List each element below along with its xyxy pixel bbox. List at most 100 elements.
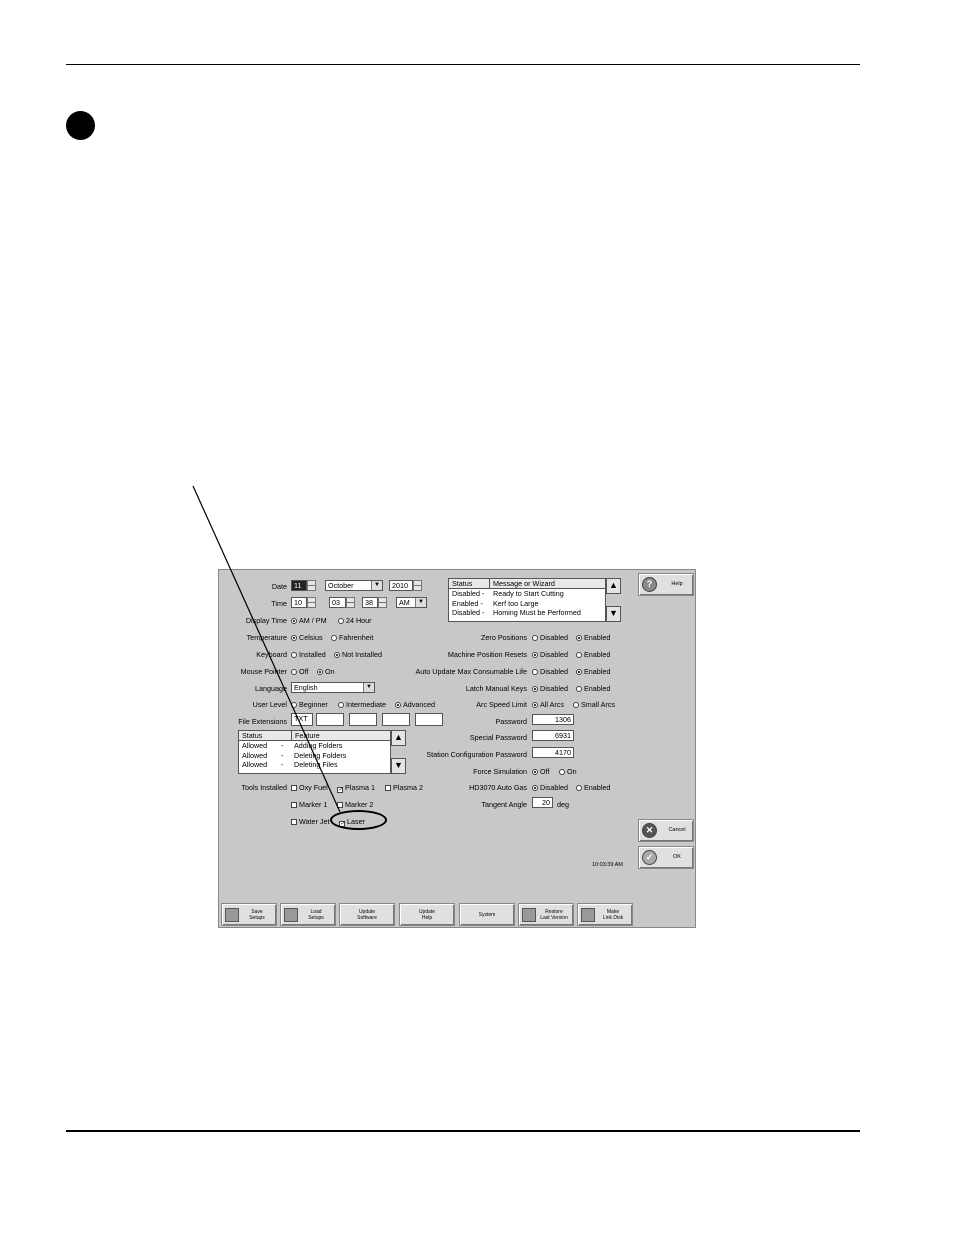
close-icon: ✕ — [642, 823, 657, 838]
disk-icon — [581, 908, 595, 922]
list-item[interactable]: Allowed - Deleting Files — [239, 760, 390, 770]
hd3070-disabled-radio[interactable]: Disabled — [532, 783, 568, 792]
language-label: Language — [255, 684, 287, 693]
tools-installed-label: Tools Installed — [241, 783, 287, 792]
message-list-message-header: Message or Wizard — [489, 579, 555, 588]
time-second-spinner[interactable] — [378, 597, 387, 608]
date-month-dropdown[interactable]: October ▼ — [325, 580, 383, 591]
message-list-scroll-up-icon[interactable]: ▲ — [606, 578, 621, 594]
special-password-field[interactable]: 6931 — [532, 730, 574, 741]
restore-icon — [522, 908, 536, 922]
display-time-24h-radio[interactable]: 24 Hour — [338, 616, 372, 625]
date-year-field[interactable]: 2010 — [389, 580, 413, 591]
tool-water-jet-checkbox[interactable]: Water Jet — [291, 817, 330, 826]
update-help-button[interactable]: Update Help — [399, 903, 455, 926]
load-setups-button[interactable]: Load Setups — [280, 903, 336, 926]
temperature-label: Temperature — [246, 633, 287, 642]
date-day-spinner[interactable] — [307, 580, 316, 591]
mouse-pointer-off-radio[interactable]: Off — [291, 667, 308, 676]
ok-button[interactable]: ✓ OK — [638, 846, 694, 869]
force-simulation-on-radio[interactable]: On — [559, 767, 577, 776]
display-time-ampm-radio[interactable]: AM / PM — [291, 616, 327, 625]
latch-manual-keys-disabled-radio[interactable]: Disabled — [532, 684, 568, 693]
tangent-angle-field[interactable]: 20 — [532, 797, 553, 808]
tangent-angle-label: Tangent Angle — [481, 800, 527, 809]
floppy-save-icon — [225, 908, 239, 922]
list-item[interactable]: Disabled - Ready to Start Cutting — [449, 589, 605, 599]
latch-manual-keys-enabled-radio[interactable]: Enabled — [576, 684, 610, 693]
hd3070-auto-gas-label: HD3070 Auto Gas — [469, 783, 527, 792]
feature-list-status-header: Status — [242, 731, 263, 740]
date-label: Date — [271, 582, 287, 591]
cancel-button[interactable]: ✕ Cancel — [638, 819, 694, 842]
machine-position-resets-label: Machine Position Resets — [447, 650, 527, 659]
floppy-load-icon — [284, 908, 298, 922]
time-minute-field[interactable]: 03 — [329, 597, 346, 608]
auto-update-disabled-radio[interactable]: Disabled — [532, 667, 568, 676]
setup-screen-screenshot: Date 11 October ▼ 2010 Time 10 03 38 AM ▼ … — [218, 569, 696, 928]
temperature-fahrenheit-radio[interactable]: Fahrenheit — [331, 633, 373, 642]
system-button[interactable]: System — [459, 903, 515, 926]
list-item[interactable]: Enabled - Kerf too Large — [449, 599, 605, 609]
time-hour-field[interactable]: 10 — [291, 597, 307, 608]
make-link-disk-button[interactable]: Make Link Disk — [577, 903, 633, 926]
time-hour-spinner[interactable] — [307, 597, 316, 608]
mouse-pointer-label: Mouse Pointer — [240, 667, 287, 676]
machine-position-resets-disabled-radio[interactable]: Disabled — [532, 650, 568, 659]
language-dropdown[interactable]: English ▼ — [291, 682, 375, 693]
user-level-label: User Level — [252, 700, 287, 709]
hd3070-enabled-radio[interactable]: Enabled — [576, 783, 610, 792]
list-item[interactable]: Allowed - Adding Folders — [239, 741, 390, 751]
restore-last-version-button[interactable]: Restore Last Version — [518, 903, 574, 926]
bottom-rule — [66, 1130, 860, 1132]
message-list-status-header: Status — [452, 579, 473, 588]
check-icon: ✓ — [642, 850, 657, 865]
zero-positions-label: Zero Positions — [481, 633, 527, 642]
temperature-celsius-radio[interactable]: Celsius — [291, 633, 323, 642]
machine-position-resets-enabled-radio[interactable]: Enabled — [576, 650, 610, 659]
tool-marker1-checkbox[interactable]: Marker 1 — [291, 800, 327, 809]
time-second-field[interactable]: 38 — [362, 597, 378, 608]
feature-list-header: Status Feature — [239, 731, 390, 741]
tool-marker2-checkbox[interactable]: Marker 2 — [337, 800, 373, 809]
file-extension-field-1[interactable]: TXT — [291, 713, 313, 726]
arc-speed-limit-all-radio[interactable]: All Arcs — [532, 700, 564, 709]
display-time-label: Display Time — [245, 616, 287, 625]
message-list-header: Status Message or Wizard — [449, 579, 605, 589]
station-password-field[interactable]: 4170 — [532, 747, 574, 758]
update-software-button[interactable]: Update Software — [339, 903, 395, 926]
keyboard-installed-radio[interactable]: Installed — [291, 650, 326, 659]
list-item[interactable]: Allowed - Deleting Folders — [239, 751, 390, 761]
station-password-label: Station Configuration Password — [426, 750, 527, 759]
chevron-down-icon[interactable]: ▼ — [371, 581, 382, 590]
help-button[interactable]: ? Help — [638, 573, 694, 596]
latch-manual-keys-label: Latch Manual Keys — [465, 684, 527, 693]
feature-list-feature-header: Feature — [291, 731, 320, 740]
list-item[interactable]: Disabled - Homing Must be Performed — [449, 608, 605, 618]
zero-positions-disabled-radio[interactable]: Disabled — [532, 633, 568, 642]
password-field[interactable]: 1306 — [532, 714, 574, 725]
tool-oxy-fuel-checkbox[interactable]: Oxy Fuel — [291, 783, 328, 792]
user-level-beginner-radio[interactable]: Beginner — [291, 700, 328, 709]
arc-speed-limit-label: Arc Speed Limit — [476, 700, 527, 709]
mouse-pointer-on-radio[interactable]: On — [317, 667, 335, 676]
force-simulation-off-radio[interactable]: Off — [532, 767, 549, 776]
time-label: Time — [271, 599, 287, 608]
tangent-angle-unit: deg — [557, 800, 569, 809]
file-extensions-label: File Extensions — [238, 717, 287, 726]
file-extension-field-2[interactable] — [316, 713, 344, 726]
time-minute-spinner[interactable] — [346, 597, 355, 608]
arc-speed-limit-small-radio[interactable]: Small Arcs — [573, 700, 615, 709]
message-wizard-list[interactable]: Status Message or Wizard Disabled - Ready… — [448, 578, 606, 622]
time-ampm-dropdown[interactable]: AM ▼ — [396, 597, 427, 608]
special-password-label: Special Password — [469, 733, 527, 742]
message-list-scroll-down-icon[interactable]: ▼ — [606, 606, 621, 622]
date-year-spinner[interactable] — [413, 580, 422, 591]
save-setups-button[interactable]: Save Setups — [221, 903, 277, 926]
password-label: Password — [495, 717, 527, 726]
auto-update-enabled-radio[interactable]: Enabled — [576, 667, 610, 676]
chevron-down-icon[interactable]: ▼ — [415, 598, 426, 607]
date-day-field[interactable]: 11 — [291, 580, 307, 591]
laser-highlight-callout — [330, 810, 387, 830]
zero-positions-enabled-radio[interactable]: Enabled — [576, 633, 610, 642]
